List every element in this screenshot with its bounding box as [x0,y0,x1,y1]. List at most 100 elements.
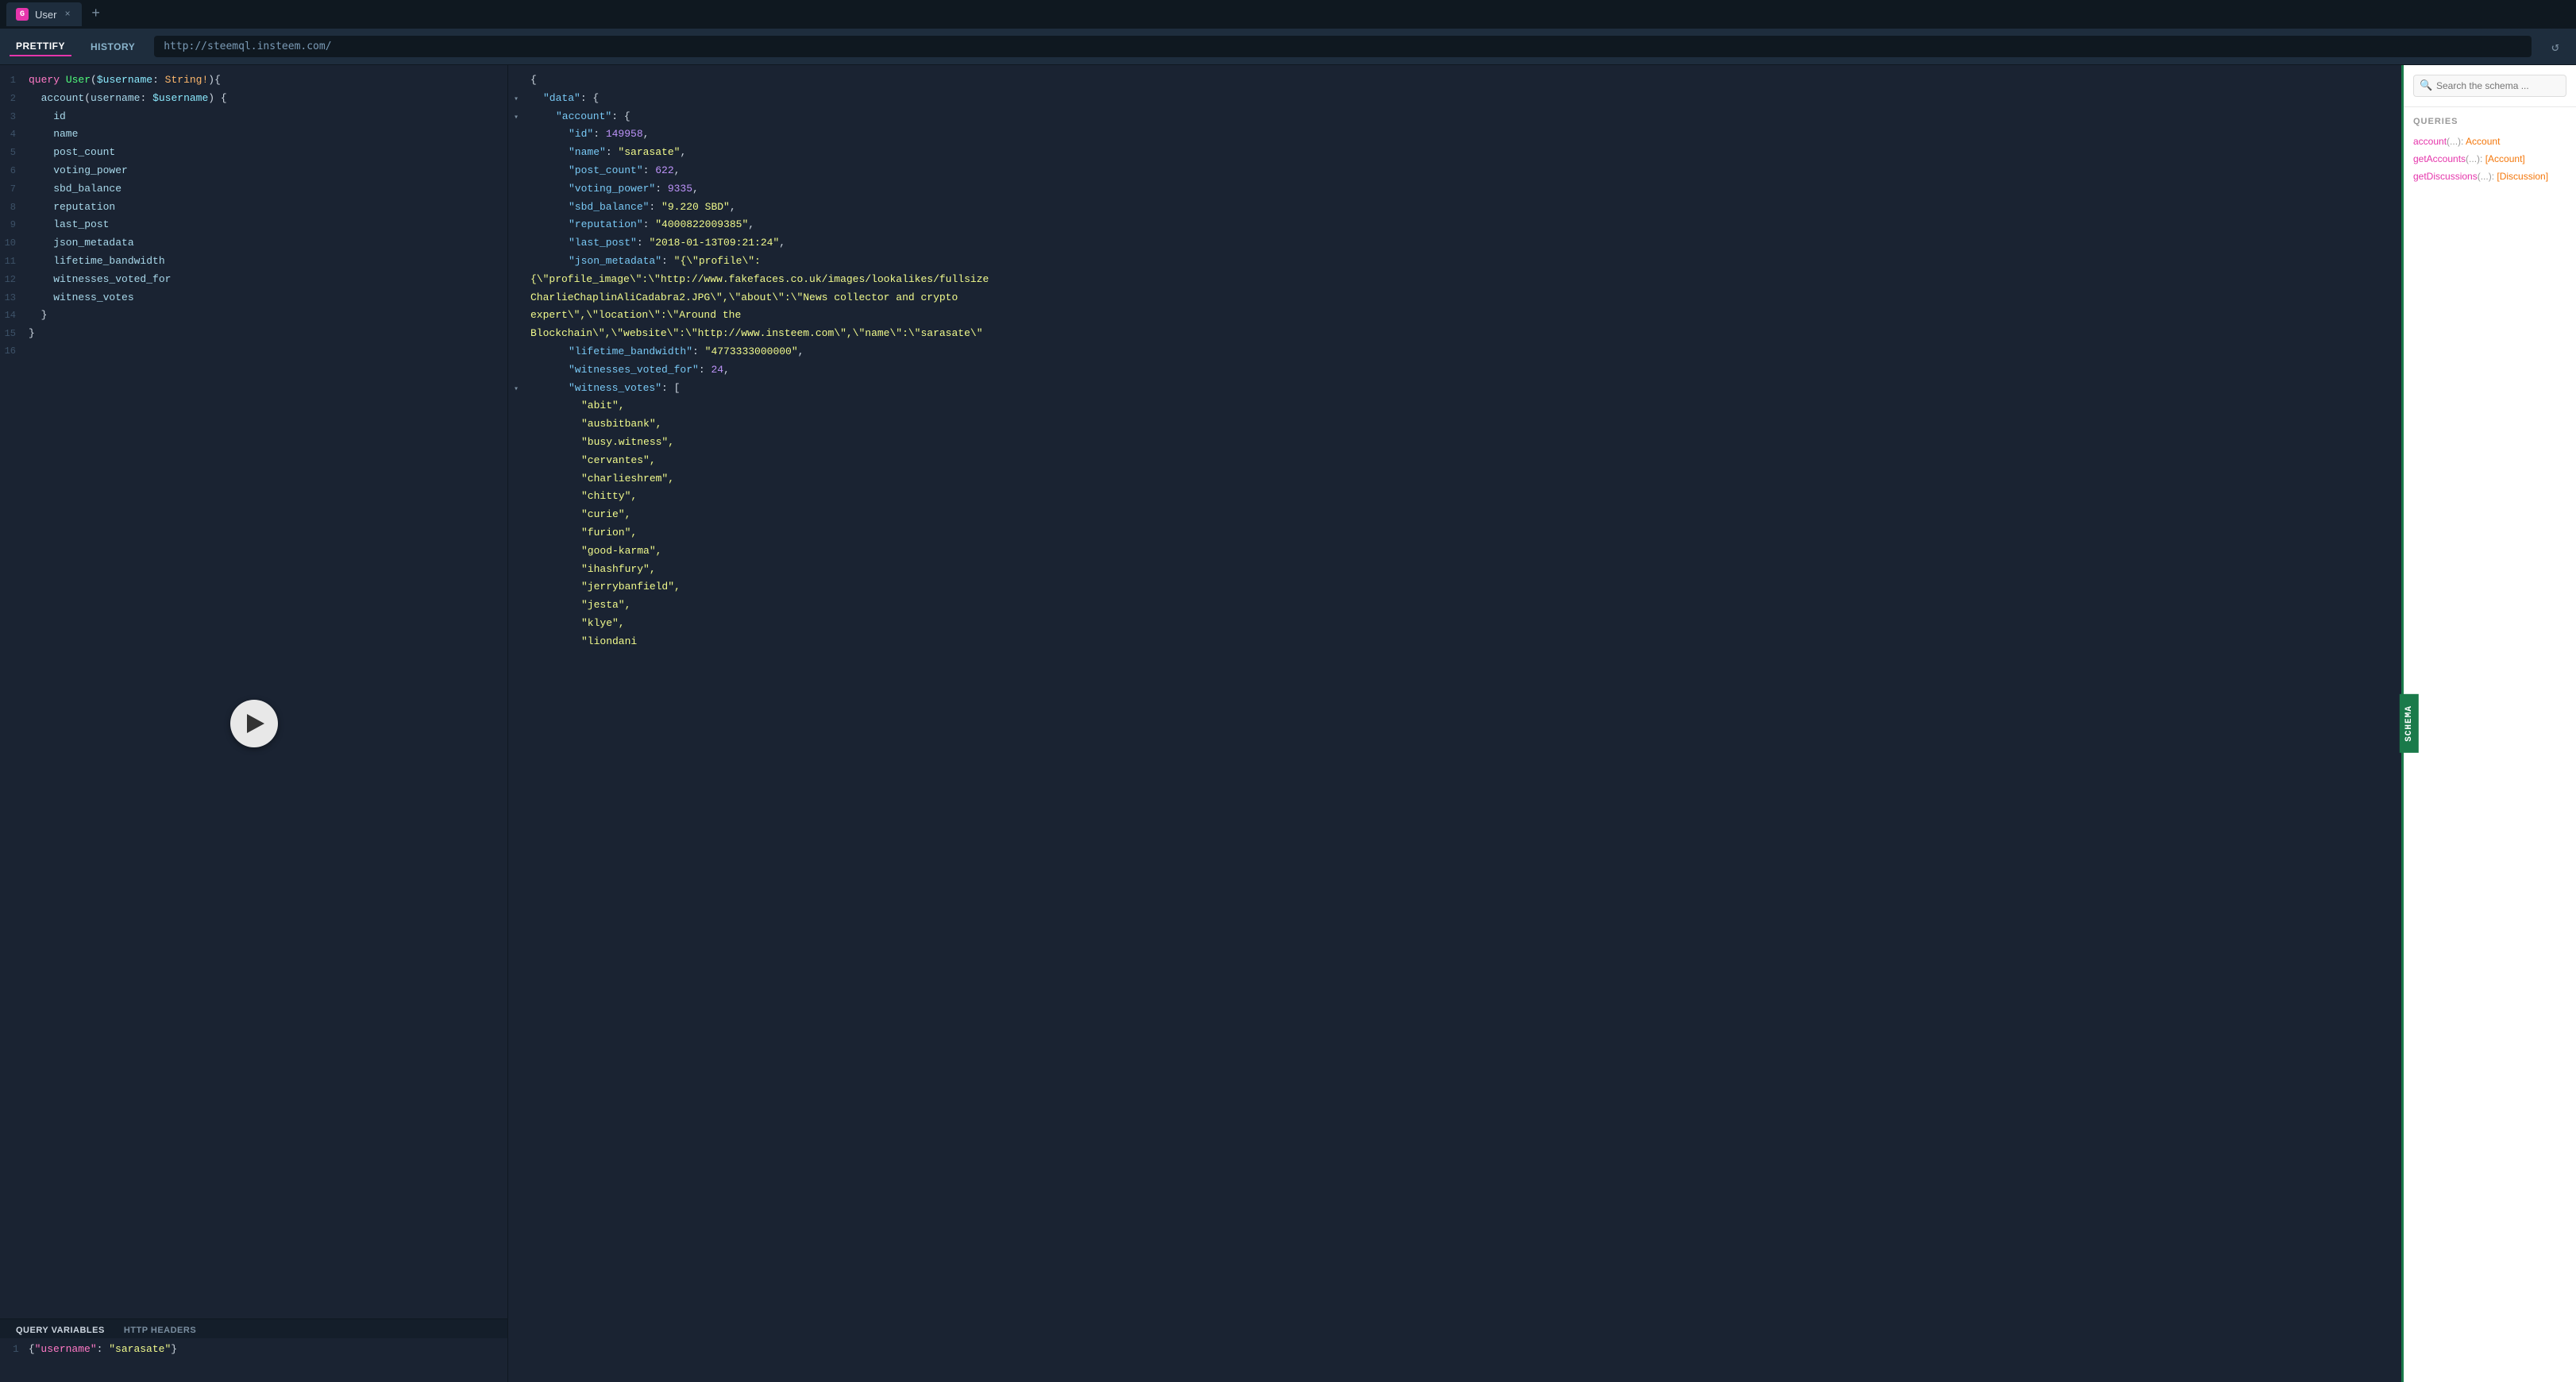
collapse-arrow-17[interactable]: ▾ [508,384,524,396]
editor-line-9: 9 last_post [0,216,507,234]
main-layout: 1 query User($username: String!){ 2 acco… [0,65,2576,1382]
result-line-3: "id": 149958, [508,125,2401,144]
schema-search-input[interactable] [2413,75,2566,97]
editor-area[interactable]: 1 query User($username: String!){ 2 acco… [0,65,507,1318]
new-tab-button[interactable]: + [85,3,107,25]
line-content-2: account(username: $username) { [29,91,507,107]
line-content-6: voting_power [29,163,507,180]
line-num-12: 12 [0,272,29,288]
result-line-2: ▾ "account": { [508,108,2401,126]
schema-item-account[interactable]: account(...): Account [2413,133,2566,150]
result-content-11: {\"profile_image\":\"http://www.fakeface… [524,272,2401,288]
result-line-15: "lifetime_bandwidth": "4773333000000", [508,343,2401,361]
tab-user[interactable]: G User × [6,2,82,26]
editor-line-8: 8 reputation [0,199,507,217]
play-icon [247,714,264,733]
editor-line-16: 16 [0,343,507,360]
schema-item-getaccounts-type: [Account] [2485,153,2525,164]
result-line-21: "cervantes", [508,452,2401,470]
refresh-button[interactable]: ↺ [2544,36,2566,58]
line-content-15: } [29,326,507,342]
line-num-8: 8 [0,200,29,215]
line-num-2: 2 [0,91,29,106]
line-content-11: lifetime_bandwidth [29,253,507,270]
result-line-28: "jerrybanfield", [508,578,2401,596]
result-content-26: "good-karma", [524,543,2401,560]
line-num-15: 15 [0,326,29,342]
result-panel[interactable]: { ▾ "data": { ▾ "account": { "id": 14995… [508,65,2401,1382]
schema-item-getdiscussions-name: getDiscussions [2413,171,2478,182]
line-content-13: witness_votes [29,290,507,307]
schema-item-getaccounts-name: getAccounts [2413,153,2466,164]
schema-item-getaccounts-args: (...) [2466,153,2480,164]
url-input[interactable] [154,36,2532,57]
collapse-arrow-1[interactable]: ▾ [508,94,524,106]
schema-item-getdiscussions-args: (...) [2478,171,2492,182]
schema-item-getdiscussions[interactable]: getDiscussions(...): [Discussion] [2413,168,2566,185]
tab-close-button[interactable]: × [63,7,71,21]
result-line-10: "json_metadata": "{\"profile\": [508,253,2401,271]
qv-value: "sarasate" [109,1343,171,1355]
result-line-24: "curie", [508,506,2401,524]
collapse-arrow-2[interactable]: ▾ [508,112,524,125]
line-content-3: id [29,109,507,125]
query-variables-tab[interactable]: QUERY VARIABLES [6,1322,114,1338]
result-content-29: "jesta", [524,597,2401,614]
tab-bar: G User × + [0,0,2576,29]
search-icon: 🔍 [2420,80,2432,92]
line-num-16: 16 [0,344,29,359]
result-line-29: "jesta", [508,596,2401,615]
editor-line-1: 1 query User($username: String!){ [0,71,507,90]
schema-section-title: QUERIES [2413,117,2566,126]
line-num-3: 3 [0,110,29,125]
line-num-9: 9 [0,218,29,233]
line-content-12: witnesses_voted_for [29,272,507,288]
execute-query-button[interactable] [230,700,278,747]
result-line-26: "good-karma", [508,542,2401,561]
query-variables-content[interactable]: 1{"username": "sarasate"} [0,1338,507,1360]
result-line-5: "post_count": 622, [508,162,2401,180]
result-content-17: "witness_votes": [ [524,380,2401,397]
line-num-11: 11 [0,254,29,269]
result-line-17: ▾ "witness_votes": [ [508,380,2401,398]
result-line-4: "name": "sarasate", [508,144,2401,162]
result-content-24: "curie", [524,507,2401,523]
schema-item-getaccounts-colon: : [2480,153,2485,164]
result-line-27: "ihashfury", [508,561,2401,579]
editor-line-7: 7 sbd_balance [0,180,507,199]
result-content-3: "id": 149958, [524,126,2401,143]
query-variables-panel: QUERY VARIABLES HTTP HEADERS 1{"username… [0,1318,507,1382]
history-button[interactable]: HISTORY [84,38,141,56]
result-content-10: "json_metadata": "{\"profile\": [524,253,2401,270]
result-line-8: "reputation": "4000822009385", [508,216,2401,234]
result-content-0: { [524,72,2401,89]
http-headers-tab[interactable]: HTTP HEADERS [114,1322,206,1338]
result-content-30: "klye", [524,616,2401,632]
result-content-4: "name": "sarasate", [524,145,2401,161]
schema-sidebar: SCHEMA 🔍 QUERIES account(...): Account g… [2401,65,2576,1382]
editor-line-6: 6 voting_power [0,162,507,180]
result-content-13: expert\",\"location\":\"Around the [524,307,2401,324]
result-content-28: "jerrybanfield", [524,579,2401,596]
line-num-10: 10 [0,236,29,251]
search-wrapper: 🔍 [2413,75,2566,97]
editor-line-11: 11 lifetime_bandwidth [0,253,507,271]
editor-line-14: 14 } [0,307,507,325]
result-content-8: "reputation": "4000822009385", [524,217,2401,234]
result-content-1: "data": { [524,91,2401,107]
result-line-6: "voting_power": 9335, [508,180,2401,199]
result-line-13: expert\",\"location\":\"Around the [508,307,2401,325]
result-line-14: Blockchain\",\"website\":\"http://www.in… [508,325,2401,343]
prettify-button[interactable]: PRETTIFY [10,37,71,56]
line-content-7: sbd_balance [29,181,507,198]
schema-tab-button[interactable]: SCHEMA [2400,694,2419,753]
result-line-12: CharlieChaplinAliCadabra2.JPG\",\"about\… [508,289,2401,307]
result-line-25: "furion", [508,524,2401,542]
line-num-qv: 1 [13,1343,19,1355]
result-line-31: "liondani [508,633,2401,651]
result-content-15: "lifetime_bandwidth": "4773333000000", [524,344,2401,361]
schema-search-area: 🔍 [2404,65,2576,107]
schema-item-getaccounts[interactable]: getAccounts(...): [Account] [2413,150,2566,168]
result-line-9: "last_post": "2018-01-13T09:21:24", [508,234,2401,253]
editor-line-2: 2 account(username: $username) { [0,90,507,108]
